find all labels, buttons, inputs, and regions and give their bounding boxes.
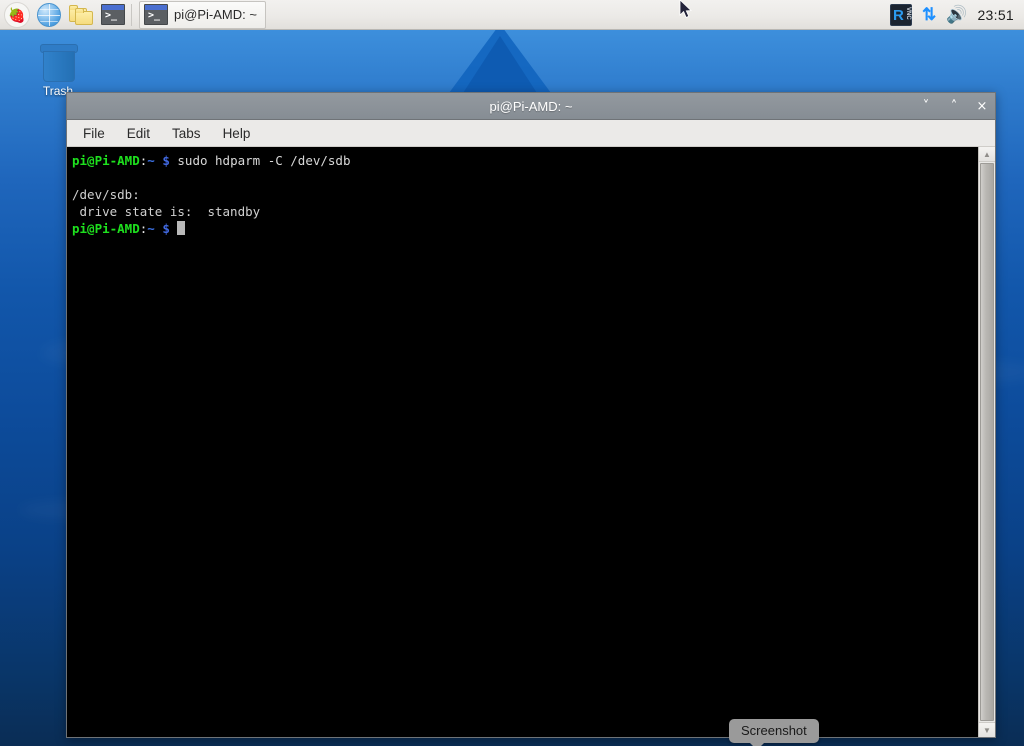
taskbar-launcher-terminal[interactable]: >_	[98, 1, 128, 29]
prompt-user-host: pi@Pi-AMD	[72, 153, 140, 168]
menu-item-help[interactable]: Help	[223, 126, 251, 141]
window-title: pi@Pi-AMD: ~	[67, 99, 995, 114]
terminal-command-line: sudo hdparm -C /dev/sdb	[177, 153, 350, 168]
terminal-cursor	[177, 221, 185, 235]
system-tray: R VNC ⇅ 🔊 23:51	[890, 0, 1024, 30]
screenshot-tooltip: Screenshot	[729, 719, 819, 743]
cursor-arrow-icon	[679, 0, 693, 20]
terminal-output-line-state: drive state is: standby	[72, 204, 260, 219]
taskbar-launcher-web-browser[interactable]	[34, 1, 64, 29]
taskbar-window-button-terminal[interactable]: >_ pi@Pi-AMD: ~	[139, 1, 266, 29]
terminal-window[interactable]: pi@Pi-AMD: ~ ˅ ˄ × File Edit Tabs Help p…	[66, 92, 996, 738]
vnc-icon-sublabel: VNC	[905, 7, 910, 20]
taskbar-separator	[131, 4, 132, 26]
desktop-icon-trash[interactable]: Trash	[26, 42, 90, 98]
vnc-icon-letter: R	[893, 7, 904, 24]
folder-icon	[69, 5, 93, 25]
raspberry-glyph: 🍓	[8, 8, 25, 22]
menubar: File Edit Tabs Help	[67, 120, 995, 147]
raspberry-icon: 🍓	[4, 2, 30, 28]
terminal-output[interactable]: pi@Pi-AMD:~ $ sudo hdparm -C /dev/sdb /d…	[67, 147, 978, 737]
terminal-icon: >_	[101, 4, 125, 25]
window-controls: ˅ ˄ ×	[919, 93, 989, 119]
taskbar-window-button-label: pi@Pi-AMD: ~	[174, 7, 257, 22]
terminal-scrollbar[interactable]: ▲ ▼	[978, 147, 995, 737]
menu-item-file[interactable]: File	[83, 126, 105, 141]
close-button[interactable]: ×	[975, 100, 989, 113]
terminal-icon-prompt-glyph: >_	[148, 10, 160, 22]
taskbar-launcher-file-manager[interactable]	[66, 1, 96, 29]
desktop-screen: Trash 🍓 >_ >_	[0, 0, 1024, 746]
trash-body	[43, 51, 75, 82]
scrollbar-up-arrow[interactable]: ▲	[979, 147, 995, 162]
prompt-dollar: $	[162, 221, 170, 236]
minimize-button[interactable]: ˅	[919, 100, 933, 113]
vnc-icon[interactable]: R VNC	[890, 4, 912, 26]
menu-item-edit[interactable]: Edit	[127, 126, 150, 141]
terminal-output-line-device: /dev/sdb:	[72, 187, 140, 202]
prompt-path: ~	[147, 153, 155, 168]
screenshot-tooltip-label: Screenshot	[741, 723, 807, 738]
trash-icon	[38, 42, 78, 82]
scrollbar-down-arrow[interactable]: ▼	[979, 722, 995, 737]
terminal-body[interactable]: pi@Pi-AMD:~ $ sudo hdparm -C /dev/sdb /d…	[67, 147, 995, 737]
terminal-icon-prompt-glyph: >_	[105, 10, 117, 22]
maximize-button[interactable]: ˄	[947, 100, 961, 113]
taskbar-launcher-raspberry-menu[interactable]: 🍓	[2, 1, 32, 29]
globe-icon	[37, 3, 61, 27]
prompt-dollar: $	[162, 153, 170, 168]
volume-icon[interactable]: 🔊	[946, 6, 967, 23]
window-titlebar[interactable]: pi@Pi-AMD: ~ ˅ ˄ ×	[67, 93, 995, 120]
folder-front-shape	[75, 11, 93, 25]
scrollbar-track[interactable]	[979, 162, 995, 722]
terminal-icon: >_	[144, 4, 168, 25]
prompt-user-host: pi@Pi-AMD	[72, 221, 140, 236]
taskbar: 🍓 >_ >_ pi@Pi-AMD: ~	[0, 0, 1024, 30]
mouse-cursor	[679, 0, 693, 20]
network-icon[interactable]: ⇅	[922, 6, 936, 23]
scrollbar-thumb[interactable]	[980, 163, 994, 721]
clock[interactable]: 23:51	[977, 7, 1014, 23]
prompt-path: ~	[147, 221, 155, 236]
menu-item-tabs[interactable]: Tabs	[172, 126, 201, 141]
